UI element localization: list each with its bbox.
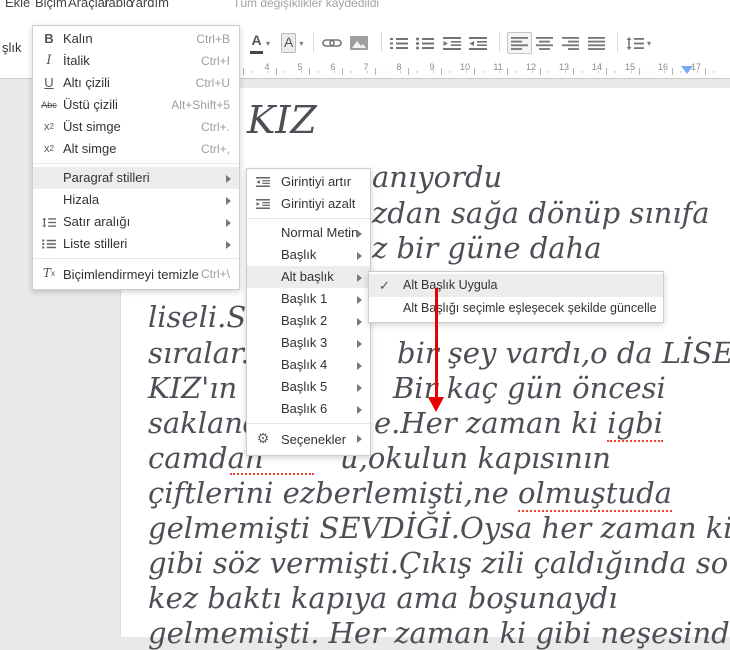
doc-line: gelmemişti SEVDİĞİ.Oysa her zaman ki bbox=[148, 511, 730, 545]
menu-item-secenekler[interactable]: ⚙ Seçenekler bbox=[247, 427, 370, 453]
doc-line: liseli.Sı bbox=[148, 300, 256, 334]
doc-line: anıyordu bbox=[372, 160, 503, 194]
misspelled-word: igbi bbox=[607, 406, 663, 442]
menu-item-liste-stilleri[interactable]: Liste stilleri bbox=[33, 233, 239, 255]
doc-line: e.Her zaman ki igbi bbox=[374, 406, 663, 442]
underline-icon: U bbox=[44, 75, 54, 90]
menu-separator bbox=[33, 258, 239, 259]
subtitle-menu: ✓ Alt Başlık Uygula Alt Başlığı seçimle … bbox=[368, 271, 664, 323]
decrease-indent-icon bbox=[254, 193, 272, 215]
doc-line: çiftlerini ezberlemişti,ne olmuştuda bbox=[148, 476, 672, 512]
menu-item-girintiyi-artir[interactable]: Girintiyi artır bbox=[247, 171, 370, 193]
menu-item-ust-simge[interactable]: x2 Üst simge Ctrl+. bbox=[33, 116, 239, 138]
submenu-arrow-icon bbox=[357, 406, 362, 414]
doc-title-fragment: KIZ bbox=[247, 98, 317, 142]
paragraph-styles-menu: Girintiyi artır Girintiyi azalt Normal M… bbox=[246, 168, 371, 456]
menu-separator bbox=[33, 163, 239, 164]
menu-item-alt-basligi-guncelle[interactable]: Alt Başlığı seçimle eşleşecek şekilde gü… bbox=[369, 297, 663, 320]
submenu-arrow-icon bbox=[357, 384, 362, 392]
menu-item-alt-baslik-uygula[interactable]: ✓ Alt Başlık Uygula bbox=[369, 274, 663, 297]
menu-item-paragraf-stilleri[interactable]: Paragraf stilleri bbox=[33, 167, 239, 189]
clear-formatting-icon: Tx bbox=[42, 265, 55, 280]
line-spacing-icon bbox=[40, 211, 58, 233]
menu-item-baslik-5[interactable]: Başlık 5 bbox=[247, 376, 370, 398]
menu-item-bicimlendirmeyi-temizle[interactable]: Tx Biçimlendirmeyi temizle Ctrl+\ bbox=[33, 262, 239, 287]
doc-line: gelmemişti. Her zaman ki gibi neşesinden bbox=[148, 616, 730, 650]
submenu-arrow-icon bbox=[357, 318, 362, 326]
submenu-arrow-icon bbox=[226, 219, 231, 227]
doc-line: kez baktı kapıya ama boşunaydı bbox=[148, 581, 618, 615]
doc-line: sıralar. bbox=[148, 336, 250, 370]
menu-item-kalin[interactable]: B Kalın Ctrl+B bbox=[33, 28, 239, 50]
submenu-arrow-icon bbox=[357, 296, 362, 304]
menu-item-girintiyi-azalt[interactable]: Girintiyi azalt bbox=[247, 193, 370, 215]
format-menu: B Kalın Ctrl+B I İtalik Ctrl+I U Altı çizi… bbox=[32, 25, 240, 290]
menu-item-alti-cizili[interactable]: U Altı çizili Ctrl+U bbox=[33, 72, 239, 94]
menu-separator bbox=[247, 218, 370, 219]
annotation-arrow-head bbox=[428, 397, 444, 412]
menu-item-baslik-4[interactable]: Başlık 4 bbox=[247, 354, 370, 376]
doc-line: bir şey vardı,o da LİSELİ bbox=[397, 336, 730, 370]
submenu-arrow-icon bbox=[357, 230, 362, 238]
submenu-arrow-icon bbox=[357, 435, 362, 443]
annotation-arrow-line bbox=[435, 288, 438, 398]
submenu-arrow-icon bbox=[357, 252, 362, 260]
menu-separator bbox=[247, 423, 370, 424]
submenu-arrow-icon bbox=[226, 241, 231, 249]
menu-item-ustu-cizili[interactable]: Abc Üstü çizili Alt+Shift+5 bbox=[33, 94, 239, 116]
menu-item-alt-baslik[interactable]: Alt başlık bbox=[247, 266, 370, 288]
submenu-arrow-icon bbox=[226, 197, 231, 205]
subscript-icon: x2 bbox=[44, 143, 54, 155]
doc-line: z bir güne daha bbox=[372, 231, 602, 265]
menu-item-hizala[interactable]: Hizala bbox=[33, 189, 239, 211]
doc-line: gibi söz vermişti.Çıkış zili çaldığında … bbox=[148, 546, 730, 580]
submenu-arrow-icon bbox=[357, 362, 362, 370]
menu-item-normal-metin[interactable]: Normal Metin bbox=[247, 222, 370, 244]
menu-item-baslik-6[interactable]: Başlık 6 bbox=[247, 398, 370, 420]
strikethrough-icon: Abc bbox=[41, 100, 57, 110]
submenu-arrow-icon bbox=[357, 340, 362, 348]
list-styles-icon bbox=[40, 233, 58, 255]
menu-item-baslik[interactable]: Başlık bbox=[247, 244, 370, 266]
spellcheck-underline-fragment bbox=[230, 471, 314, 475]
submenu-arrow-icon bbox=[357, 274, 362, 282]
menu-item-satir-araligi[interactable]: Satır aralığı bbox=[33, 211, 239, 233]
menu-item-baslik-1[interactable]: Başlık 1 bbox=[247, 288, 370, 310]
superscript-icon: x2 bbox=[44, 121, 54, 133]
menu-item-baslik-3[interactable]: Başlık 3 bbox=[247, 332, 370, 354]
menu-item-alt-simge[interactable]: x2 Alt simge Ctrl+, bbox=[33, 138, 239, 160]
menu-item-italik[interactable]: I İtalik Ctrl+I bbox=[33, 50, 239, 72]
italic-icon: I bbox=[46, 53, 52, 68]
doc-line: zdan sağa dönüp sınıfa bbox=[372, 196, 710, 230]
gear-icon: ⚙ bbox=[256, 430, 270, 446]
increase-indent-icon bbox=[254, 171, 272, 193]
submenu-arrow-icon bbox=[226, 175, 231, 183]
menu-item-baslik-2[interactable]: Başlık 2 bbox=[247, 310, 370, 332]
doc-line: u,okulun kapısının bbox=[340, 441, 611, 475]
misspelled-word: olmuştuda bbox=[517, 476, 672, 512]
check-icon: ✓ bbox=[379, 278, 390, 293]
bold-icon: B bbox=[44, 31, 54, 46]
